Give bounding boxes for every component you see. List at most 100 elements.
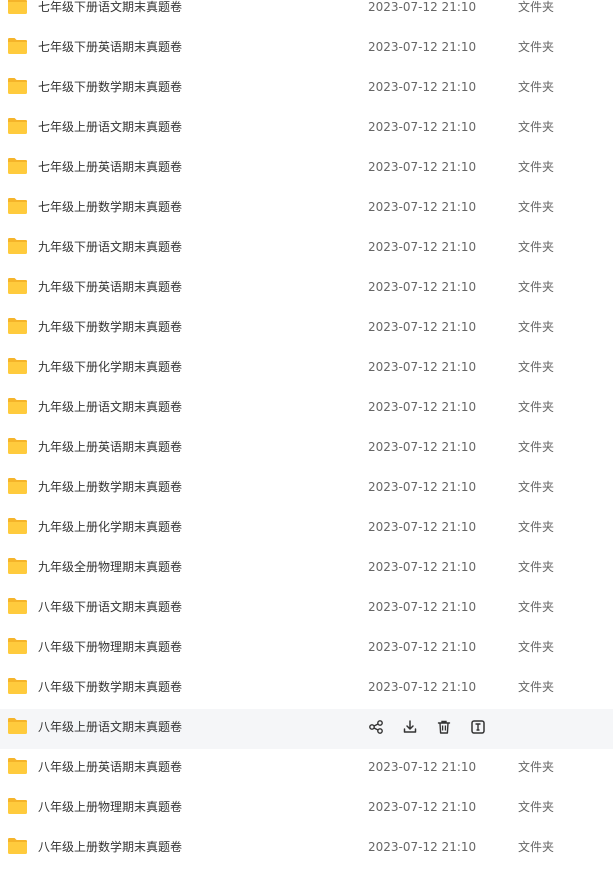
file-name[interactable]: 八年级上册数学期末真题卷 xyxy=(38,840,182,854)
folder-icon xyxy=(7,317,28,335)
file-row[interactable]: 九年级上册语文期末真题卷 2023-07-12 21:10 文件夹 xyxy=(0,389,613,429)
file-type: 文件夹 xyxy=(518,400,555,414)
file-name[interactable]: 八年级上册英语期末真题卷 xyxy=(38,760,182,774)
folder-icon xyxy=(7,677,28,695)
folder-icon xyxy=(7,597,28,615)
file-type: 文件夹 xyxy=(518,160,555,174)
folder-icon xyxy=(7,557,28,575)
file-name[interactable]: 九年级下册语文期末真题卷 xyxy=(38,240,182,254)
file-type: 文件夹 xyxy=(518,120,555,134)
file-type: 文件夹 xyxy=(518,40,555,54)
file-row[interactable]: 七年级下册数学期末真题卷 2023-07-12 21:10 文件夹 xyxy=(0,69,613,109)
file-name[interactable]: 九年级下册英语期末真题卷 xyxy=(38,280,182,294)
file-name[interactable]: 九年级上册语文期末真题卷 xyxy=(38,400,182,414)
file-name[interactable]: 七年级下册语文期末真题卷 xyxy=(38,0,182,14)
file-name[interactable]: 七年级上册英语期末真题卷 xyxy=(38,160,182,174)
file-row[interactable]: 八年级上册英语期末真题卷 2023-07-12 21:10 文件夹 xyxy=(0,749,613,789)
file-type: 文件夹 xyxy=(518,360,555,374)
file-type: 文件夹 xyxy=(518,680,555,694)
file-type: 文件夹 xyxy=(518,760,555,774)
trash-icon[interactable] xyxy=(436,719,452,735)
file-row[interactable]: 七年级下册英语期末真题卷 2023-07-12 21:10 文件夹 xyxy=(0,29,613,69)
folder-icon xyxy=(7,397,28,415)
file-row[interactable]: 八年级上册物理期末真题卷 2023-07-12 21:10 文件夹 xyxy=(0,789,613,829)
file-date: 2023-07-12 21:10 xyxy=(368,440,477,454)
file-date: 2023-07-12 21:10 xyxy=(368,600,477,614)
file-list: 七年级下册语文期末真题卷 2023-07-12 21:10 文件夹 七年级下册英语期… xyxy=(0,0,613,854)
file-type: 文件夹 xyxy=(518,240,555,254)
file-row[interactable]: 九年级下册化学期末真题卷 2023-07-12 21:10 文件夹 xyxy=(0,349,613,389)
file-name[interactable]: 七年级上册数学期末真题卷 xyxy=(38,200,182,214)
file-name[interactable]: 七年级下册英语期末真题卷 xyxy=(38,40,182,54)
folder-icon xyxy=(7,37,28,55)
folder-icon xyxy=(7,0,28,15)
folder-icon xyxy=(7,637,28,655)
rename-icon[interactable] xyxy=(470,719,486,735)
file-date: 2023-07-12 21:10 xyxy=(368,0,477,14)
file-row[interactable]: 七年级上册数学期末真题卷 2023-07-12 21:10 文件夹 xyxy=(0,189,613,229)
file-type: 文件夹 xyxy=(518,520,555,534)
folder-icon xyxy=(7,277,28,295)
file-name[interactable]: 九年级下册数学期末真题卷 xyxy=(38,320,182,334)
folder-icon xyxy=(7,77,28,95)
folder-icon xyxy=(7,517,28,535)
file-name[interactable]: 九年级上册化学期末真题卷 xyxy=(38,520,182,534)
file-name[interactable]: 八年级上册物理期末真题卷 xyxy=(38,800,182,814)
file-name[interactable]: 七年级下册数学期末真题卷 xyxy=(38,80,182,94)
file-type: 文件夹 xyxy=(518,0,555,14)
file-name[interactable]: 七年级上册语文期末真题卷 xyxy=(38,120,182,134)
file-name[interactable]: 八年级下册物理期末真题卷 xyxy=(38,640,182,654)
file-name[interactable]: 八年级下册语文期末真题卷 xyxy=(38,600,182,614)
file-date: 2023-07-12 21:10 xyxy=(368,680,477,694)
file-date: 2023-07-12 21:10 xyxy=(368,520,477,534)
file-row[interactable]: 九年级下册数学期末真题卷 2023-07-12 21:10 文件夹 xyxy=(0,309,613,349)
file-type: 文件夹 xyxy=(518,800,555,814)
file-date: 2023-07-12 21:10 xyxy=(368,760,477,774)
file-row[interactable]: 九年级下册语文期末真题卷 2023-07-12 21:10 文件夹 xyxy=(0,229,613,269)
file-row[interactable]: 八年级下册物理期末真题卷 2023-07-12 21:10 文件夹 xyxy=(0,629,613,669)
file-row[interactable]: 八年级下册语文期末真题卷 2023-07-12 21:10 文件夹 xyxy=(0,589,613,629)
file-name[interactable]: 九年级上册数学期末真题卷 xyxy=(38,480,182,494)
file-type: 文件夹 xyxy=(518,600,555,614)
file-date: 2023-07-12 21:10 xyxy=(368,640,477,654)
folder-icon xyxy=(7,797,28,815)
file-name[interactable]: 九年级下册化学期末真题卷 xyxy=(38,360,182,374)
file-row[interactable]: 八年级下册数学期末真题卷 2023-07-12 21:10 文件夹 xyxy=(0,669,613,709)
file-type: 文件夹 xyxy=(518,200,555,214)
file-row[interactable]: 七年级下册语文期末真题卷 2023-07-12 21:10 文件夹 xyxy=(0,0,613,29)
file-row[interactable]: 九年级上册英语期末真题卷 2023-07-12 21:10 文件夹 xyxy=(0,429,613,469)
file-row[interactable]: 九年级下册英语期末真题卷 2023-07-12 21:10 文件夹 xyxy=(0,269,613,309)
file-type: 文件夹 xyxy=(518,480,555,494)
file-row[interactable]: 九年级全册物理期末真题卷 2023-07-12 21:10 文件夹 xyxy=(0,549,613,589)
download-icon[interactable] xyxy=(402,719,418,735)
file-name[interactable]: 九年级全册物理期末真题卷 xyxy=(38,560,182,574)
file-date: 2023-07-12 21:10 xyxy=(368,480,477,494)
folder-icon xyxy=(7,437,28,455)
file-date: 2023-07-12 21:10 xyxy=(368,800,477,814)
file-name[interactable]: 八年级上册语文期末真题卷 xyxy=(38,720,182,734)
file-date: 2023-07-12 21:10 xyxy=(368,240,477,254)
file-date: 2023-07-12 21:10 xyxy=(368,280,477,294)
file-row[interactable]: 八年级上册数学期末真题卷 2023-07-12 21:10 文件夹 xyxy=(0,829,613,869)
file-date: 2023-07-12 21:10 xyxy=(368,40,477,54)
folder-icon xyxy=(7,837,28,855)
file-date: 2023-07-12 21:10 xyxy=(368,840,477,854)
file-row[interactable]: 九年级上册数学期末真题卷 2023-07-12 21:10 文件夹 xyxy=(0,469,613,509)
file-date: 2023-07-12 21:10 xyxy=(368,120,477,134)
file-row[interactable]: 八年级上册语文期末真题卷 xyxy=(0,709,613,749)
file-row[interactable]: 七年级上册英语期末真题卷 2023-07-12 21:10 文件夹 xyxy=(0,149,613,189)
file-type: 文件夹 xyxy=(518,80,555,94)
share-icon[interactable] xyxy=(368,719,384,735)
file-type: 文件夹 xyxy=(518,440,555,454)
file-name[interactable]: 八年级下册数学期末真题卷 xyxy=(38,680,182,694)
folder-icon xyxy=(7,717,28,735)
folder-icon xyxy=(7,357,28,375)
file-row[interactable]: 七年级上册语文期末真题卷 2023-07-12 21:10 文件夹 xyxy=(0,109,613,149)
file-name[interactable]: 九年级上册英语期末真题卷 xyxy=(38,440,182,454)
folder-icon xyxy=(7,197,28,215)
file-row[interactable]: 九年级上册化学期末真题卷 2023-07-12 21:10 文件夹 xyxy=(0,509,613,549)
folder-icon xyxy=(7,237,28,255)
file-type: 文件夹 xyxy=(518,560,555,574)
folder-icon xyxy=(7,477,28,495)
file-type: 文件夹 xyxy=(518,320,555,334)
